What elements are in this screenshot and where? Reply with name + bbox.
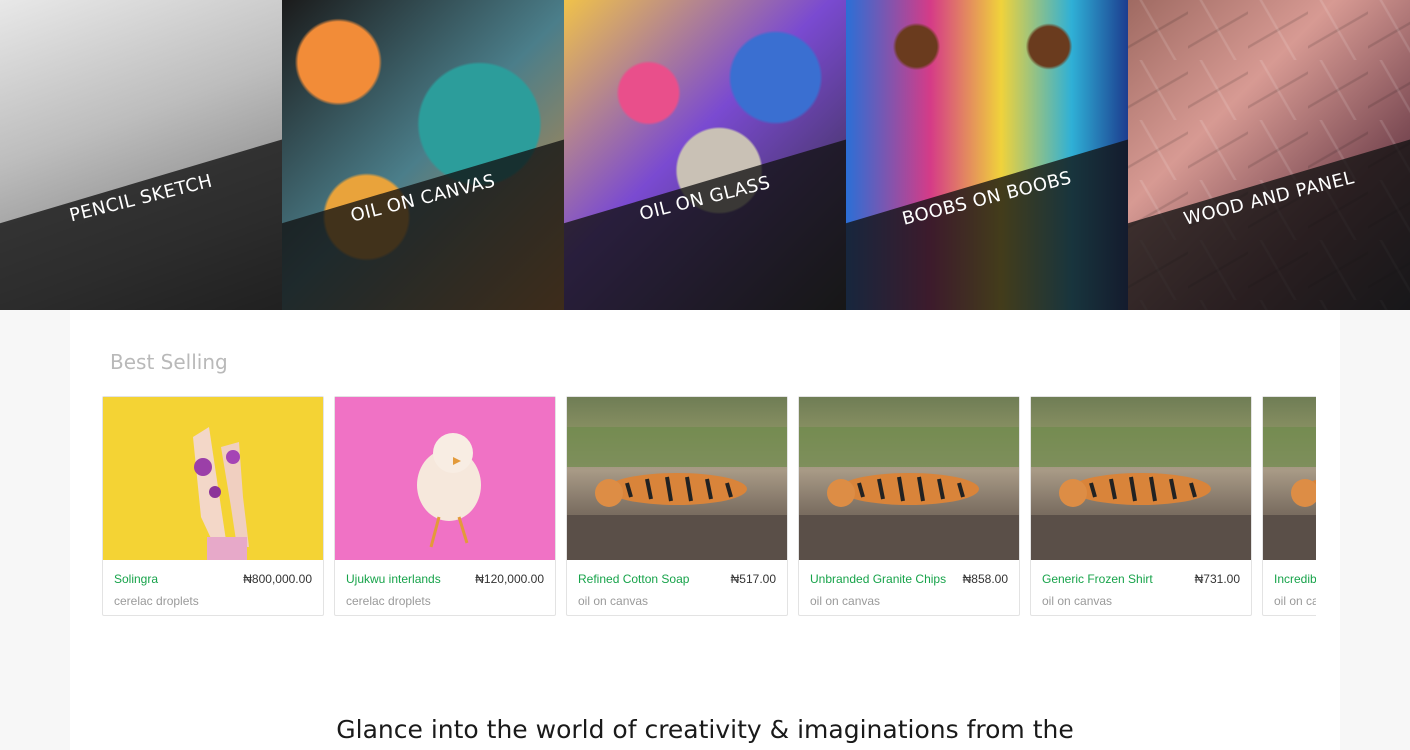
product-price: ₦517.00: [730, 572, 776, 586]
product-card[interactable]: Generic Frozen Shirt ₦731.00 oil on canv…: [1030, 396, 1252, 616]
product-image: [799, 397, 1019, 560]
product-image: [335, 397, 555, 560]
product-price: ₦120,000.00: [475, 572, 544, 586]
product-card[interactable]: Incredib oil on ca: [1262, 396, 1316, 616]
painted-hands-image: [193, 427, 249, 560]
tiger-image: [1263, 427, 1316, 560]
product-category: oil on canvas: [810, 594, 881, 608]
product-card[interactable]: Ujukwu interlands ₦120,000.00 cerelac dr…: [334, 396, 556, 616]
carousel-track: Solingra ₦800,000.00 cerelac droplets Uj…: [102, 396, 1316, 616]
product-price: ₦731.00: [1194, 572, 1240, 586]
category-tile-boobs-on-boobs[interactable]: BOOBS ON BOOBS: [846, 0, 1128, 310]
category-tile-pencil-sketch[interactable]: PENCIL SKETCH: [0, 0, 282, 310]
product-category: oil on ca: [1274, 594, 1316, 608]
product-card[interactable]: Unbranded Granite Chips ₦858.00 oil on c…: [798, 396, 1020, 616]
product-card[interactable]: Refined Cotton Soap ₦517.00 oil on canva…: [566, 396, 788, 616]
product-info: Generic Frozen Shirt ₦731.00 oil on canv…: [1031, 560, 1251, 608]
product-info: Incredib oil on ca: [1263, 560, 1316, 608]
product-info: Solingra ₦800,000.00 cerelac droplets: [103, 560, 323, 608]
product-category: cerelac droplets: [114, 594, 199, 608]
best-selling-carousel[interactable]: Solingra ₦800,000.00 cerelac droplets Uj…: [102, 396, 1316, 616]
category-tile-oil-on-canvas[interactable]: OIL ON CANVAS: [282, 0, 564, 310]
category-tile-wood-and-panel[interactable]: WOOD AND PANEL: [1128, 0, 1410, 310]
product-info: Unbranded Granite Chips ₦858.00 oil on c…: [799, 560, 1019, 608]
product-image: [1263, 397, 1316, 560]
best-selling-title: Best Selling: [110, 350, 228, 374]
product-image: [103, 397, 323, 560]
product-info: Refined Cotton Soap ₦517.00 oil on canva…: [567, 560, 787, 608]
product-category: oil on canvas: [578, 594, 649, 608]
tiger-image: [799, 427, 1019, 560]
product-image: [567, 397, 787, 560]
product-category: cerelac droplets: [346, 594, 431, 608]
product-price: ₦858.00: [962, 572, 1008, 586]
tiger-image: [567, 427, 787, 560]
product-image: [1031, 397, 1251, 560]
product-price: ₦800,000.00: [243, 572, 312, 586]
category-banner: PENCIL SKETCH OIL ON CANVAS OIL ON GLASS…: [0, 0, 1410, 310]
main-content: Best Selling Solingra ₦800,000.00 cerela…: [70, 310, 1340, 750]
product-info: Ujukwu interlands ₦120,000.00 cerelac dr…: [335, 560, 555, 608]
tiger-image: [1031, 427, 1251, 560]
category-tile-oil-on-glass[interactable]: OIL ON GLASS: [564, 0, 846, 310]
chick-image: [417, 433, 481, 548]
tagline-heading: Glance into the world of creativity & im…: [336, 715, 1074, 744]
product-name[interactable]: Incredib: [1274, 572, 1316, 586]
product-category: oil on canvas: [1042, 594, 1113, 608]
product-card[interactable]: Solingra ₦800,000.00 cerelac droplets: [102, 396, 324, 616]
